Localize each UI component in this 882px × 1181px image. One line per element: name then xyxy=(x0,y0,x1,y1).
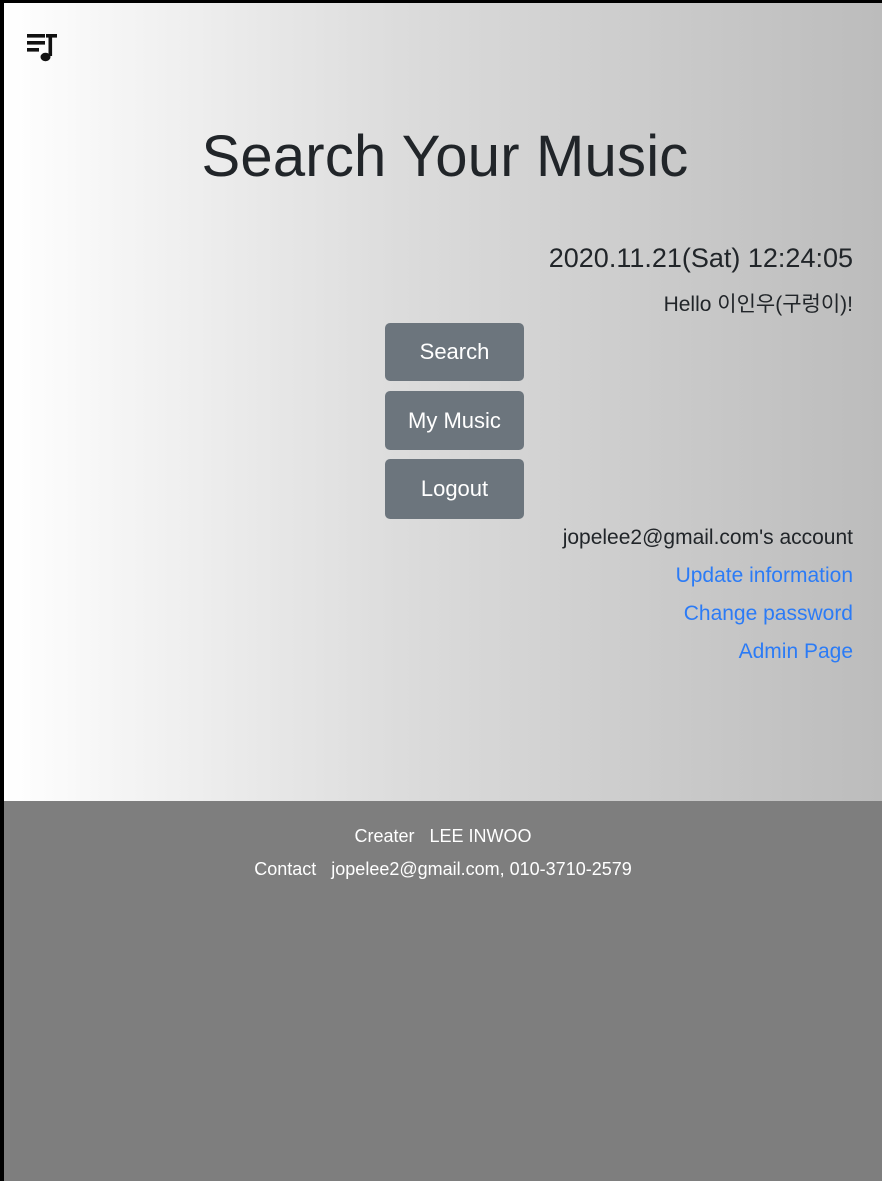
admin-page-link[interactable]: Admin Page xyxy=(739,640,853,664)
music-queue-icon[interactable] xyxy=(25,28,67,70)
account-label: jopelee2@gmail.com's account xyxy=(562,526,853,549)
page-title: Search Your Music xyxy=(201,124,689,189)
search-button[interactable]: Search xyxy=(385,323,524,381)
user-greeting: Hello 이인우(구렁이)! xyxy=(663,293,853,316)
footer-contact: Contact jopelee2@gmail.com, 010-3710-257… xyxy=(254,859,632,879)
update-information-link[interactable]: Update information xyxy=(676,564,853,588)
footer: Creater LEE INWOO Contact jopelee2@gmail… xyxy=(4,801,882,1181)
my-music-button[interactable]: My Music xyxy=(385,391,524,450)
current-datetime: 2020.11.21(Sat) 12:24:05 xyxy=(548,243,853,273)
page: Search Your Music 2020.11.21(Sat) 12:24:… xyxy=(0,0,882,1181)
logout-button[interactable]: Logout xyxy=(385,459,524,519)
change-password-link[interactable]: Change password xyxy=(684,602,853,626)
footer-creator: Creater LEE INWOO xyxy=(354,826,532,846)
